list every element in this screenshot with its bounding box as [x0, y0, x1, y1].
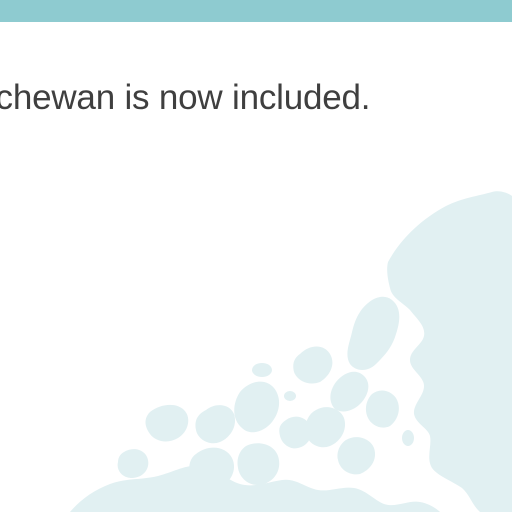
notice-text: tchewan is now included.: [0, 78, 371, 117]
header-bar: [0, 0, 512, 22]
